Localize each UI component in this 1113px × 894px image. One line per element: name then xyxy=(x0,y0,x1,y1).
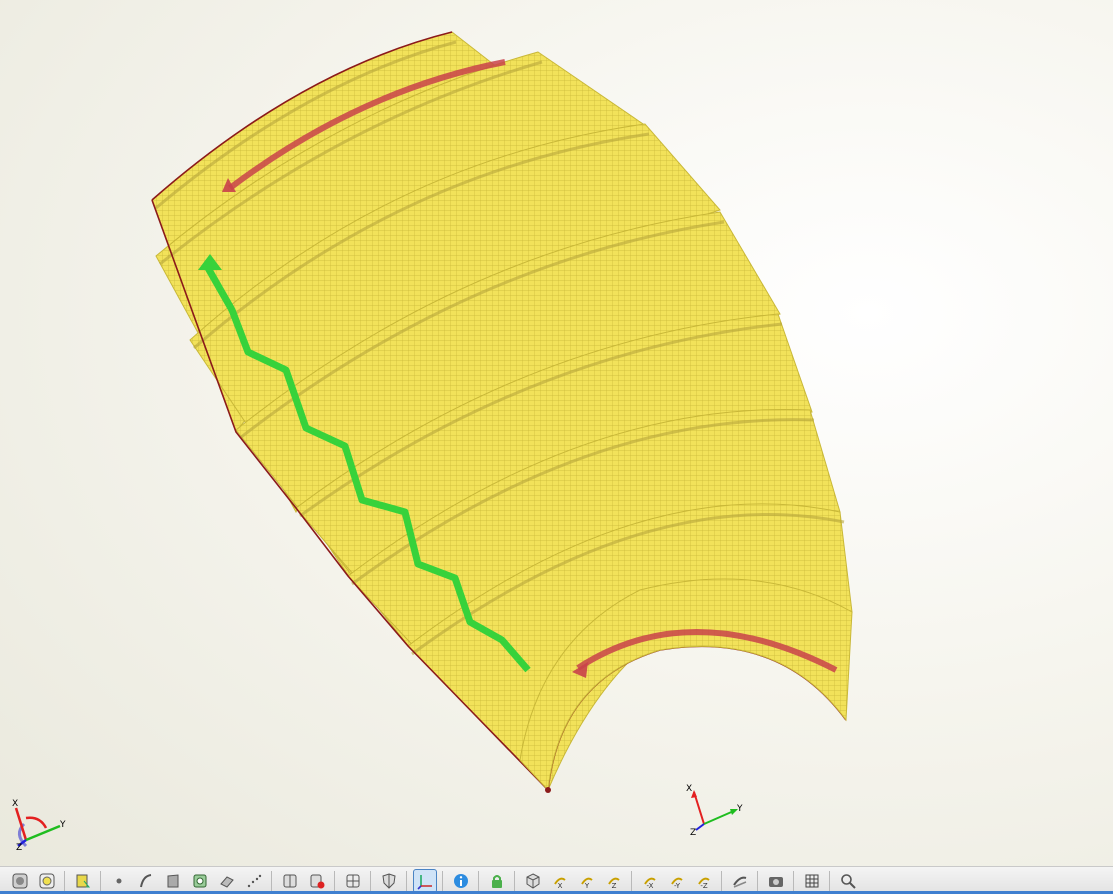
svg-text:Z: Z xyxy=(611,882,616,890)
flip-view-button[interactable] xyxy=(728,869,752,893)
camera-icon xyxy=(767,872,785,890)
lock-button[interactable] xyxy=(485,869,509,893)
axis-display-button[interactable] xyxy=(412,868,437,893)
toolbar-separator xyxy=(334,870,335,891)
view-x-button[interactable]: X xyxy=(548,869,572,893)
view-neg-x-button[interactable]: -X xyxy=(638,869,662,893)
multi-view-button[interactable] xyxy=(341,869,365,893)
select-part-button[interactable] xyxy=(71,869,95,893)
face-icon xyxy=(191,872,209,890)
svg-text:-X: -X xyxy=(646,882,653,890)
rotation-arc-red xyxy=(25,816,48,829)
y-axis-line xyxy=(25,824,61,842)
shaded-icon xyxy=(11,872,29,890)
shield-icon xyxy=(380,872,398,890)
view-z-button[interactable]: Z xyxy=(602,869,626,893)
grid-icon xyxy=(803,872,821,890)
display-transparent-button[interactable] xyxy=(35,869,59,893)
view-x-icon: X xyxy=(551,872,569,890)
delete-section-button[interactable] xyxy=(305,869,329,893)
toolbar-separator xyxy=(64,870,65,891)
select-part-icon xyxy=(74,872,92,890)
point-icon xyxy=(110,872,128,890)
z-axis-line xyxy=(695,823,705,831)
section-view-button[interactable] xyxy=(278,869,302,893)
info-icon xyxy=(452,872,470,890)
view-z-icon: Z xyxy=(605,872,623,890)
toolbar-separator xyxy=(829,870,830,891)
toolbar-separator xyxy=(406,870,407,891)
mesh-scene[interactable] xyxy=(0,0,1113,866)
bottom-toolbar: X Y Z -X -Y -Z xyxy=(0,866,1113,894)
flip-icon xyxy=(731,872,749,890)
toolbar-separator xyxy=(757,870,758,891)
toolbar-separator xyxy=(442,870,443,891)
toolbar-separator xyxy=(514,870,515,891)
screenshot-button[interactable] xyxy=(764,869,788,893)
x-axis-label: X xyxy=(12,799,18,809)
toolbar-separator xyxy=(100,870,101,891)
svg-text:Y: Y xyxy=(583,882,589,890)
axis-icon xyxy=(416,872,434,890)
toolbar-separator xyxy=(370,870,371,891)
section-icon xyxy=(281,872,299,890)
svg-text:X: X xyxy=(557,882,562,890)
center-orientation-triad: X Y Z xyxy=(686,784,743,838)
multiview-icon xyxy=(344,872,362,890)
face-button[interactable] xyxy=(188,869,212,893)
zoom-button[interactable] xyxy=(836,869,860,893)
toolbar-separator xyxy=(631,870,632,891)
view-neg-y-icon: -Y xyxy=(668,872,686,890)
curve-button[interactable] xyxy=(134,869,158,893)
curve-icon xyxy=(137,872,155,890)
toolbar-separator xyxy=(271,870,272,891)
surface-button[interactable] xyxy=(161,869,185,893)
display-shaded-button[interactable] xyxy=(8,869,32,893)
solid-icon xyxy=(218,872,236,890)
shield-button[interactable] xyxy=(377,869,401,893)
view-neg-z-button[interactable]: -Z xyxy=(692,869,716,893)
view-neg-x-icon: -X xyxy=(641,872,659,890)
toolbar-separator xyxy=(478,870,479,891)
info-button[interactable] xyxy=(449,869,473,893)
grid-button[interactable] xyxy=(800,869,824,893)
view-y-icon: Y xyxy=(578,872,596,890)
lock-icon xyxy=(488,872,506,890)
view-neg-z-icon: -Z xyxy=(695,872,713,890)
solid-button[interactable] xyxy=(215,869,239,893)
x-axis-label: X xyxy=(686,784,692,794)
dotted-line-button[interactable] xyxy=(242,869,266,893)
z-axis-label: Z xyxy=(16,843,22,853)
svg-text:-Y: -Y xyxy=(674,882,681,890)
mesh-panels xyxy=(151,31,853,792)
z-axis-label: Z xyxy=(690,828,696,838)
delete-section-icon xyxy=(308,872,326,890)
iso-view-button[interactable] xyxy=(521,869,545,893)
toolbar-separator xyxy=(793,870,794,891)
corner-orientation-triad[interactable]: X Y Z xyxy=(4,794,84,864)
svg-text:-Z: -Z xyxy=(700,882,708,890)
toolbar-separator xyxy=(721,870,722,891)
view-neg-y-button[interactable]: -Y xyxy=(665,869,689,893)
apex-point xyxy=(545,787,551,793)
surface-icon xyxy=(164,872,182,890)
3d-viewport[interactable]: X Y Z X Y Z xyxy=(0,0,1113,866)
view-y-button[interactable]: Y xyxy=(575,869,599,893)
iso-cube-icon xyxy=(524,872,542,890)
dotted-line-icon xyxy=(245,872,263,890)
point-button[interactable] xyxy=(107,869,131,893)
transparent-icon xyxy=(38,872,56,890)
y-axis-label: Y xyxy=(59,820,66,830)
magnifier-icon xyxy=(839,872,857,890)
y-axis-label: Y xyxy=(736,804,743,814)
